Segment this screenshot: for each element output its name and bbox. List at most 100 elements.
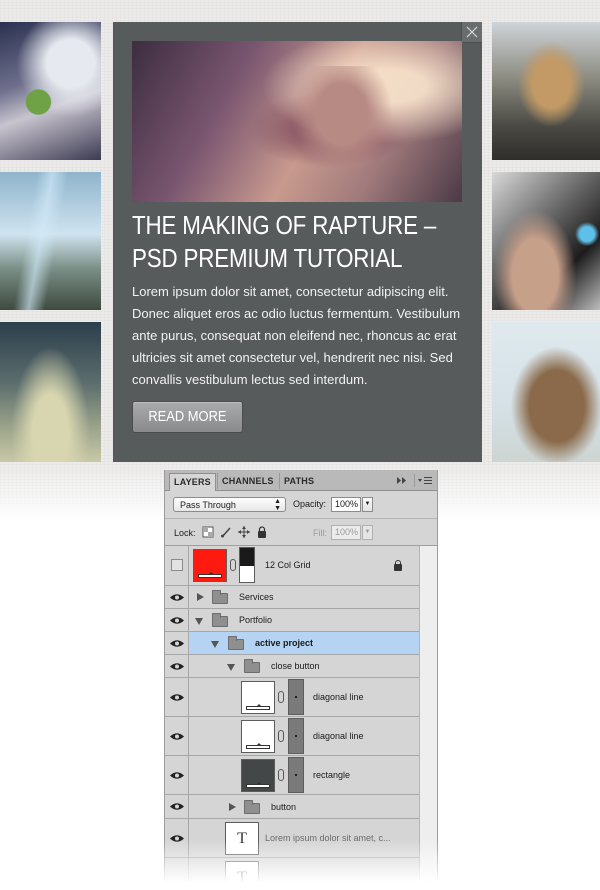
visibility-toggle[interactable]	[165, 795, 189, 818]
project-title: The Making of Rapture – PSD Premium Tuto…	[132, 210, 437, 273]
opacity-input[interactable]: 100%	[331, 497, 361, 512]
visibility-toggle[interactable]	[165, 678, 189, 716]
portfolio-thumbnail-right-1[interactable]	[492, 22, 600, 160]
text-layer-icon: T	[225, 822, 259, 855]
visibility-toggle[interactable]	[165, 655, 189, 677]
read-more-label: Read More	[148, 408, 227, 425]
layers-panel: LAYERS CHANNELS PATHS Pass Through ▲ ▼ Op…	[164, 470, 438, 890]
panel-menu-icon	[418, 477, 432, 484]
close-x-icon	[466, 26, 478, 38]
layer-row-active-project[interactable]: active project	[165, 632, 419, 655]
lock-image-pixels-icon[interactable]	[220, 526, 232, 538]
panel-menu-button[interactable]	[414, 474, 435, 487]
folder-icon	[244, 800, 260, 814]
project-hero-image	[132, 41, 462, 202]
opacity-dropdown-button[interactable]: ▼	[362, 497, 373, 512]
visibility-toggle[interactable]	[165, 819, 189, 857]
vector-mask-thumbnail	[288, 718, 304, 754]
layer-row-rectangle[interactable]: rectangle	[165, 756, 419, 795]
tab-channels[interactable]: CHANNELS	[217, 473, 278, 489]
lock-icon	[394, 560, 402, 571]
divider	[165, 518, 437, 519]
layer-name: 12 Col Grid	[265, 560, 311, 570]
layer-row-12-col-grid[interactable]: 12 Col Grid	[165, 546, 419, 586]
hidden-visibility-box	[171, 559, 183, 571]
collapse-panel-button[interactable]	[393, 474, 411, 487]
portfolio-thumbnail-right-2[interactable]	[492, 172, 600, 310]
vector-mask-thumbnail	[288, 679, 304, 715]
eye-icon	[170, 835, 184, 842]
folder-icon	[212, 590, 228, 604]
layer-thumbnail	[193, 549, 227, 582]
folder-icon	[244, 659, 260, 673]
collapse-arrow-icon[interactable]	[211, 641, 219, 648]
tab-paths[interactable]: PATHS	[279, 473, 318, 489]
layer-thumbnail	[241, 720, 275, 753]
panel-tab-bar: LAYERS CHANNELS PATHS	[165, 470, 437, 491]
close-button[interactable]	[461, 22, 482, 43]
opacity-label: Opacity:	[293, 499, 327, 509]
link-chain-icon	[278, 691, 284, 703]
layer-name: diagonal line	[313, 731, 364, 741]
select-arrows-icon: ▲ ▼	[274, 498, 281, 512]
eye-icon	[170, 640, 184, 647]
layer-name: diagonal line	[313, 692, 364, 702]
layer-row-close-button[interactable]: close button	[165, 655, 419, 678]
read-more-button[interactable]: Read More	[132, 401, 243, 433]
layer-row-diagonal-line-1[interactable]: diagonal line	[165, 678, 419, 717]
double-arrow-icon	[397, 477, 406, 484]
fill-input[interactable]: 100%	[331, 525, 361, 540]
layer-thumbnail	[241, 681, 275, 714]
layer-name: rectangle	[313, 770, 351, 780]
tab-layers[interactable]: LAYERS	[169, 473, 216, 491]
layer-row-text[interactable]: T Lorem ipsum dolor sit amet, c...	[165, 819, 419, 858]
expand-arrow-icon[interactable]	[229, 803, 236, 811]
visibility-toggle[interactable]	[165, 756, 189, 794]
visibility-toggle[interactable]	[165, 717, 189, 755]
layers-scrollbar[interactable]	[419, 546, 437, 890]
layer-thumbnail	[241, 759, 275, 792]
blend-mode-select[interactable]: Pass Through ▲ ▼	[173, 497, 286, 512]
visibility-toggle[interactable]	[165, 586, 189, 608]
expand-arrow-icon[interactable]	[197, 593, 204, 601]
link-chain-icon	[230, 559, 236, 571]
layer-name: Services	[239, 592, 274, 602]
layer-mask-thumbnail	[239, 547, 255, 583]
fill-label: Fill:	[313, 528, 327, 538]
layer-name: Lorem ipsum dolor sit amet, c...	[265, 833, 391, 843]
portfolio-thumbnail-left-3[interactable]	[0, 322, 101, 462]
collapse-arrow-icon[interactable]	[227, 664, 235, 671]
eye-icon	[170, 733, 184, 740]
layer-row-services[interactable]: Services	[165, 586, 419, 609]
link-chain-icon	[278, 769, 284, 781]
layer-name: active project	[255, 638, 314, 648]
portfolio-thumbnail-right-3[interactable]	[492, 322, 600, 462]
portfolio-thumbnail-left-1[interactable]	[0, 22, 101, 160]
visibility-toggle[interactable]	[165, 609, 189, 631]
lock-all-icon[interactable]	[256, 526, 268, 538]
layer-row-diagonal-line-2[interactable]: diagonal line	[165, 717, 419, 756]
visibility-toggle[interactable]	[165, 546, 189, 585]
lock-label: Lock:	[174, 528, 196, 538]
eye-icon	[170, 694, 184, 701]
fill-dropdown-button[interactable]: ▼	[362, 525, 373, 540]
layer-row-partial[interactable]: T	[165, 858, 419, 890]
project-description: Lorem ipsum dolor sit amet, consectetur …	[132, 284, 461, 387]
layer-name: button	[271, 802, 297, 812]
layer-name: close button	[271, 661, 320, 671]
layer-row-portfolio[interactable]: Portfolio	[165, 609, 419, 632]
layer-row-button[interactable]: button	[165, 795, 419, 819]
visibility-toggle[interactable]	[165, 858, 189, 890]
link-chain-icon	[278, 730, 284, 742]
lock-position-icon[interactable]	[238, 526, 250, 538]
text-layer-icon: T	[225, 861, 259, 890]
collapse-arrow-icon[interactable]	[195, 618, 203, 625]
lock-transparent-pixels-icon[interactable]	[202, 526, 214, 538]
active-project-panel: The Making of Rapture – PSD Premium Tuto…	[113, 22, 482, 462]
folder-icon	[212, 613, 228, 627]
eye-icon	[170, 772, 184, 779]
layers-list: 12 Col Grid Services Portfolio active pr…	[165, 546, 419, 890]
visibility-toggle[interactable]	[165, 632, 189, 654]
portfolio-thumbnail-left-2[interactable]	[0, 172, 101, 310]
folder-icon	[228, 636, 244, 650]
